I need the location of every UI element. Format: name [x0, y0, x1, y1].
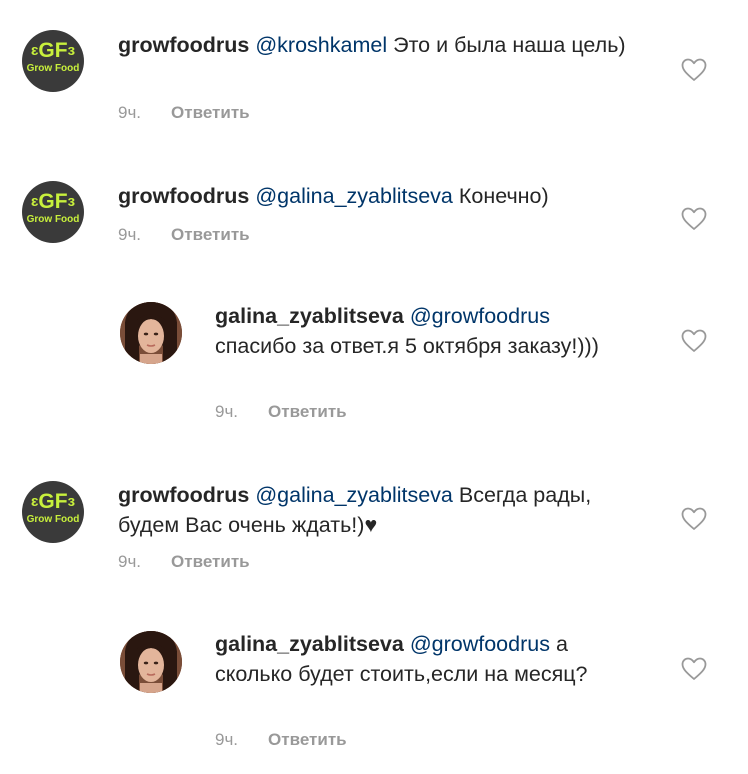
growfood-avatar[interactable]: ɛGFɜ Grow Food	[22, 181, 84, 243]
comment-time: 9ч.	[118, 103, 142, 122]
logo-main-text: GF	[38, 190, 68, 213]
user-photo-icon	[120, 631, 182, 693]
user-photo-avatar[interactable]	[120, 302, 182, 364]
logo-main-text: GF	[38, 39, 68, 62]
comment-body: Конечно)	[458, 184, 549, 208]
comment-username[interactable]: galina_zyablitseva	[215, 632, 404, 656]
comment-meta: 9ч. Ответить	[118, 103, 250, 123]
logo-sub-text: Grow Food	[26, 214, 80, 225]
comment-text: growfoodrus @galina_zyablitseva Конечно)	[118, 181, 658, 211]
comment-mention[interactable]: @growfoodrus	[410, 304, 550, 328]
comment-mention[interactable]: @galina_zyablitseva	[255, 483, 453, 507]
reply-button[interactable]: Ответить	[171, 552, 250, 571]
growfood-avatar[interactable]: ɛGFɜ Grow Food	[22, 481, 84, 543]
comment-time: 9ч.	[215, 730, 239, 749]
comment-mention[interactable]: @growfoodrus	[410, 632, 550, 656]
comment-body: спасибо за ответ.я 5 октября заказу!)))	[215, 334, 599, 358]
comment-text: growfoodrus @kroshkamel Это и была наша …	[118, 30, 658, 60]
comment-username[interactable]: growfoodrus	[118, 184, 249, 208]
comment-mention[interactable]: @galina_zyablitseva	[255, 184, 453, 208]
heart-outline-icon[interactable]	[681, 58, 707, 82]
comment-time: 9ч.	[118, 552, 142, 571]
reply-button[interactable]: Ответить	[268, 730, 347, 749]
heart-outline-icon[interactable]	[681, 657, 707, 681]
heart-outline-icon[interactable]	[681, 329, 707, 353]
comment-text: galina_zyablitseva @growfoodrus спасибо …	[215, 301, 615, 361]
logo-main-text: GF	[38, 490, 68, 513]
user-photo-icon	[120, 302, 182, 364]
comment-body: Это и была наша цель)	[393, 33, 626, 57]
comment-meta: 9ч. Ответить	[215, 402, 347, 422]
reply-button[interactable]: Ответить	[171, 103, 250, 122]
logo-sub-text: Grow Food	[26, 63, 80, 74]
heart-outline-icon[interactable]	[681, 507, 707, 531]
comment-meta: 9ч. Ответить	[215, 730, 347, 750]
growfood-avatar[interactable]: ɛGFɜ Grow Food	[22, 30, 84, 92]
comment-meta: 9ч. Ответить	[118, 552, 250, 572]
comment-time: 9ч.	[215, 402, 239, 421]
comment-mention[interactable]: @kroshkamel	[255, 33, 387, 57]
comment-time: 9ч.	[118, 225, 142, 244]
heart-outline-icon[interactable]	[681, 207, 707, 231]
logo-sub-text: Grow Food	[26, 514, 80, 525]
reply-button[interactable]: Ответить	[171, 225, 250, 244]
comment-text: galina_zyablitseva @growfoodrus а скольк…	[215, 629, 635, 689]
user-photo-avatar[interactable]	[120, 631, 182, 693]
comment-meta: 9ч. Ответить	[118, 225, 250, 245]
comment-username[interactable]: growfoodrus	[118, 483, 249, 507]
comment-username[interactable]: galina_zyablitseva	[215, 304, 404, 328]
comment-username[interactable]: growfoodrus	[118, 33, 249, 57]
comment-text: growfoodrus @galina_zyablitseva Всегда р…	[118, 480, 598, 540]
reply-button[interactable]: Ответить	[268, 402, 347, 421]
